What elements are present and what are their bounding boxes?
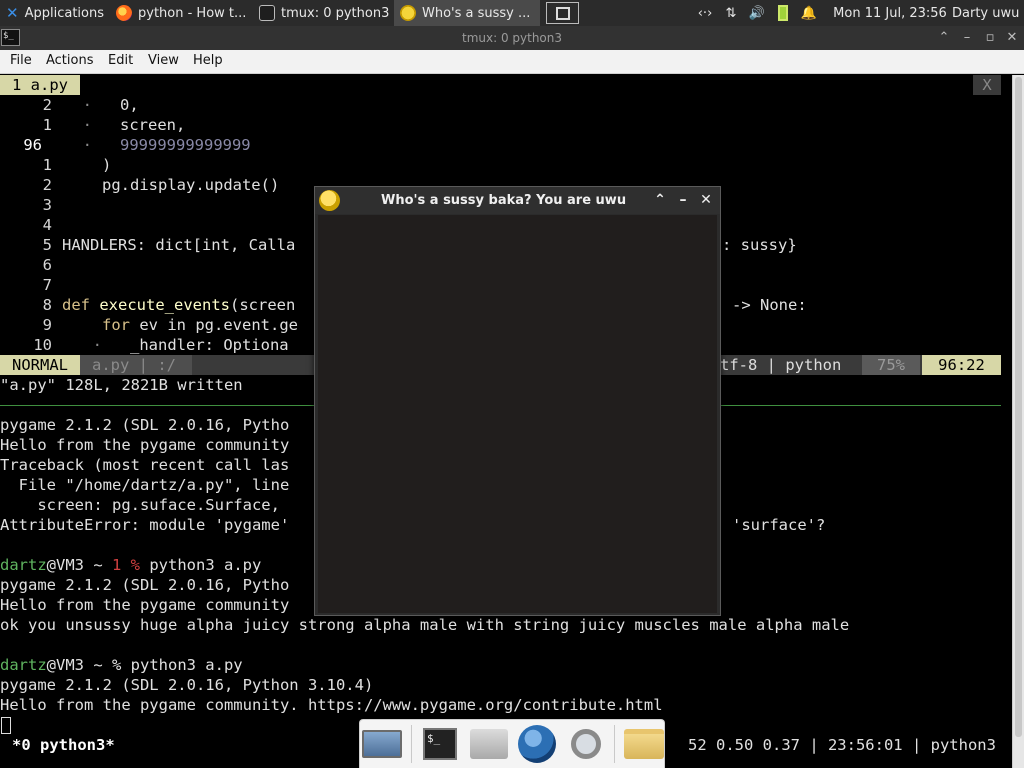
vim-status-file: a.py | :/ [80,355,192,375]
vim-status-encoding: tf-8 | python [720,356,842,374]
clock[interactable]: Mon 11 Jul, 23:56 [830,0,950,26]
shade-button[interactable]: ⌃ [651,191,669,209]
web-browser-icon [518,725,557,763]
close-button[interactable]: ✕ [1003,29,1021,47]
folder-icon [623,729,664,759]
dock-show-desktop[interactable] [362,722,403,766]
vim-message: "a.py" 128L, 2821B written [0,376,243,394]
taskbar-item-firefox[interactable]: python - How t... [110,0,252,26]
dock-separator [614,725,616,763]
window-title: tmux: 0 python3 [461,31,563,45]
shell-line: Hello from the pygame community. https:/… [0,696,663,714]
menu-view[interactable]: View [148,53,179,68]
vim-tab[interactable]: 1 a.py [0,75,80,95]
minimize-button[interactable]: – [958,29,976,47]
shell-line: pygame 2.1.2 (SDL 2.0.16, Pytho [0,416,290,434]
code-line: 1 · screen, [42,116,186,134]
pygame-snake-icon [319,190,340,211]
shell-line: AttributeError: module 'pygame' [0,516,290,534]
dock-web-browser[interactable] [517,722,558,766]
tmux-window-label[interactable]: *0 python3* [12,735,115,755]
shell-output-line: ok you unsussy huge alpha juicy strong a… [0,616,850,634]
minimize-button[interactable]: – [674,191,692,209]
menu-edit[interactable]: Edit [108,53,133,68]
workspace-1[interactable] [555,6,570,20]
maximize-button[interactable]: ▫ [981,29,999,47]
terminal-icon [259,5,275,21]
terminal-menubar: File Actions Edit View Help [0,50,1024,74]
search-icon [571,729,602,759]
close-button[interactable]: ✕ [697,191,715,209]
shell-line: pygame 2.1.2 (SDL 2.0.16, Python 3.10.4) [0,676,374,694]
code-line: 2 · 0, [42,96,139,114]
code-line: 6 [42,256,52,274]
shell-line: Hello from the pygame community [0,596,290,614]
vim-status-percent: 75% [862,355,920,375]
taskbar-item-label: python - How t... [138,5,247,21]
vim-tab-close[interactable]: X [973,75,1001,95]
pygame-titlebar[interactable]: Who's a sussy baka? You are uwu ⌃ – ✕ [315,187,720,214]
shell-line: Hello from the pygame community [0,436,290,454]
code-line: 2 pg.display.update() [42,176,280,194]
code-line: 3 [42,196,52,214]
shell-line-tail: 'surface'? [732,516,826,534]
shell-line: Traceback (most recent call las [0,456,290,474]
taskbar-item-label: tmux: 0 python3 [281,5,390,21]
shade-button[interactable]: ⌃ [935,29,953,47]
xfce-logo-icon: ✕ [6,4,19,22]
terminal-titlebar[interactable]: $_ tmux: 0 python3 ⌃ – ▫ ✕ [0,26,1024,50]
show-desktop-icon [362,730,403,758]
pygame-window[interactable]: Who's a sussy baka? You are uwu ⌃ – ✕ [314,186,721,616]
dock-terminal[interactable]: $_ [420,722,461,766]
dock-files[interactable] [623,722,664,766]
top-panel: ✕ Applications ≡ python - How t... tmux:… [0,0,1024,26]
battery-icon[interactable] [772,0,794,26]
workspace-switcher[interactable] [546,2,579,24]
scrollbar-thumb[interactable] [1015,77,1022,737]
volume-icon[interactable]: 🔊 [746,0,768,26]
transfer-icon[interactable]: ⇅ [720,0,742,26]
code-line: 7 [42,276,52,294]
code-line: 1) [42,156,112,174]
pygame-window-title: Who's a sussy baka? You are uwu [381,193,627,208]
dock-separator [410,725,412,763]
applications-label: Applications [24,5,104,21]
taskbar-item-terminal[interactable]: tmux: 0 python3 [253,0,393,26]
applications-menu[interactable]: ✕ Applications ≡ [0,0,108,26]
dock: $_ [359,719,665,768]
firefox-icon [116,5,132,21]
shell-line: pygame 2.1.2 (SDL 2.0.16, Pytho [0,576,290,594]
shell-line: File "/home/dartz/a.py", line [0,476,290,494]
code-line: 10 · _handler: Optiona [33,336,289,354]
code-line: 96 · 99999999999999 [23,136,251,154]
dock-home-folder[interactable] [468,722,509,766]
code-line: 4 [42,216,52,234]
menu-help[interactable]: Help [193,53,223,68]
vim-mode: NORMAL [0,355,80,375]
notification-bell-icon[interactable]: 🔔 [798,0,820,26]
shell-prompt: dartz@VM3 ~ % python3 a.py [0,656,243,674]
terminal-icon: $_ [422,728,457,760]
taskbar-item-pygame[interactable]: Who's a sussy ... [394,0,540,26]
vim-status-position: 96:22 [922,355,1001,375]
menu-actions[interactable]: Actions [46,53,94,68]
code-line: 9 for ev in pg.event.ge [42,316,298,334]
terminal-scrollbar[interactable] [1012,75,1024,768]
user-menu[interactable]: Darty uwu [952,0,1024,26]
home-folder-icon [469,729,508,759]
shell-line: screen: pg.suface.Surface, [0,496,280,514]
dock-search[interactable] [566,722,607,766]
pygame-canvas[interactable] [318,215,717,613]
network-icon[interactable]: ‹·› [694,0,716,26]
pygame-icon [400,5,416,21]
tmux-status-right: 52 0.50 0.37 | 23:56:01 | python3 [688,736,996,754]
terminal-cursor [1,717,11,734]
taskbar-item-label: Who's a sussy ... [422,5,531,21]
menu-file[interactable]: File [10,53,32,68]
shell-prompt: dartz@VM3 ~ 1 % python3 a.py [0,556,262,574]
vim-tabline-fill [80,75,973,95]
